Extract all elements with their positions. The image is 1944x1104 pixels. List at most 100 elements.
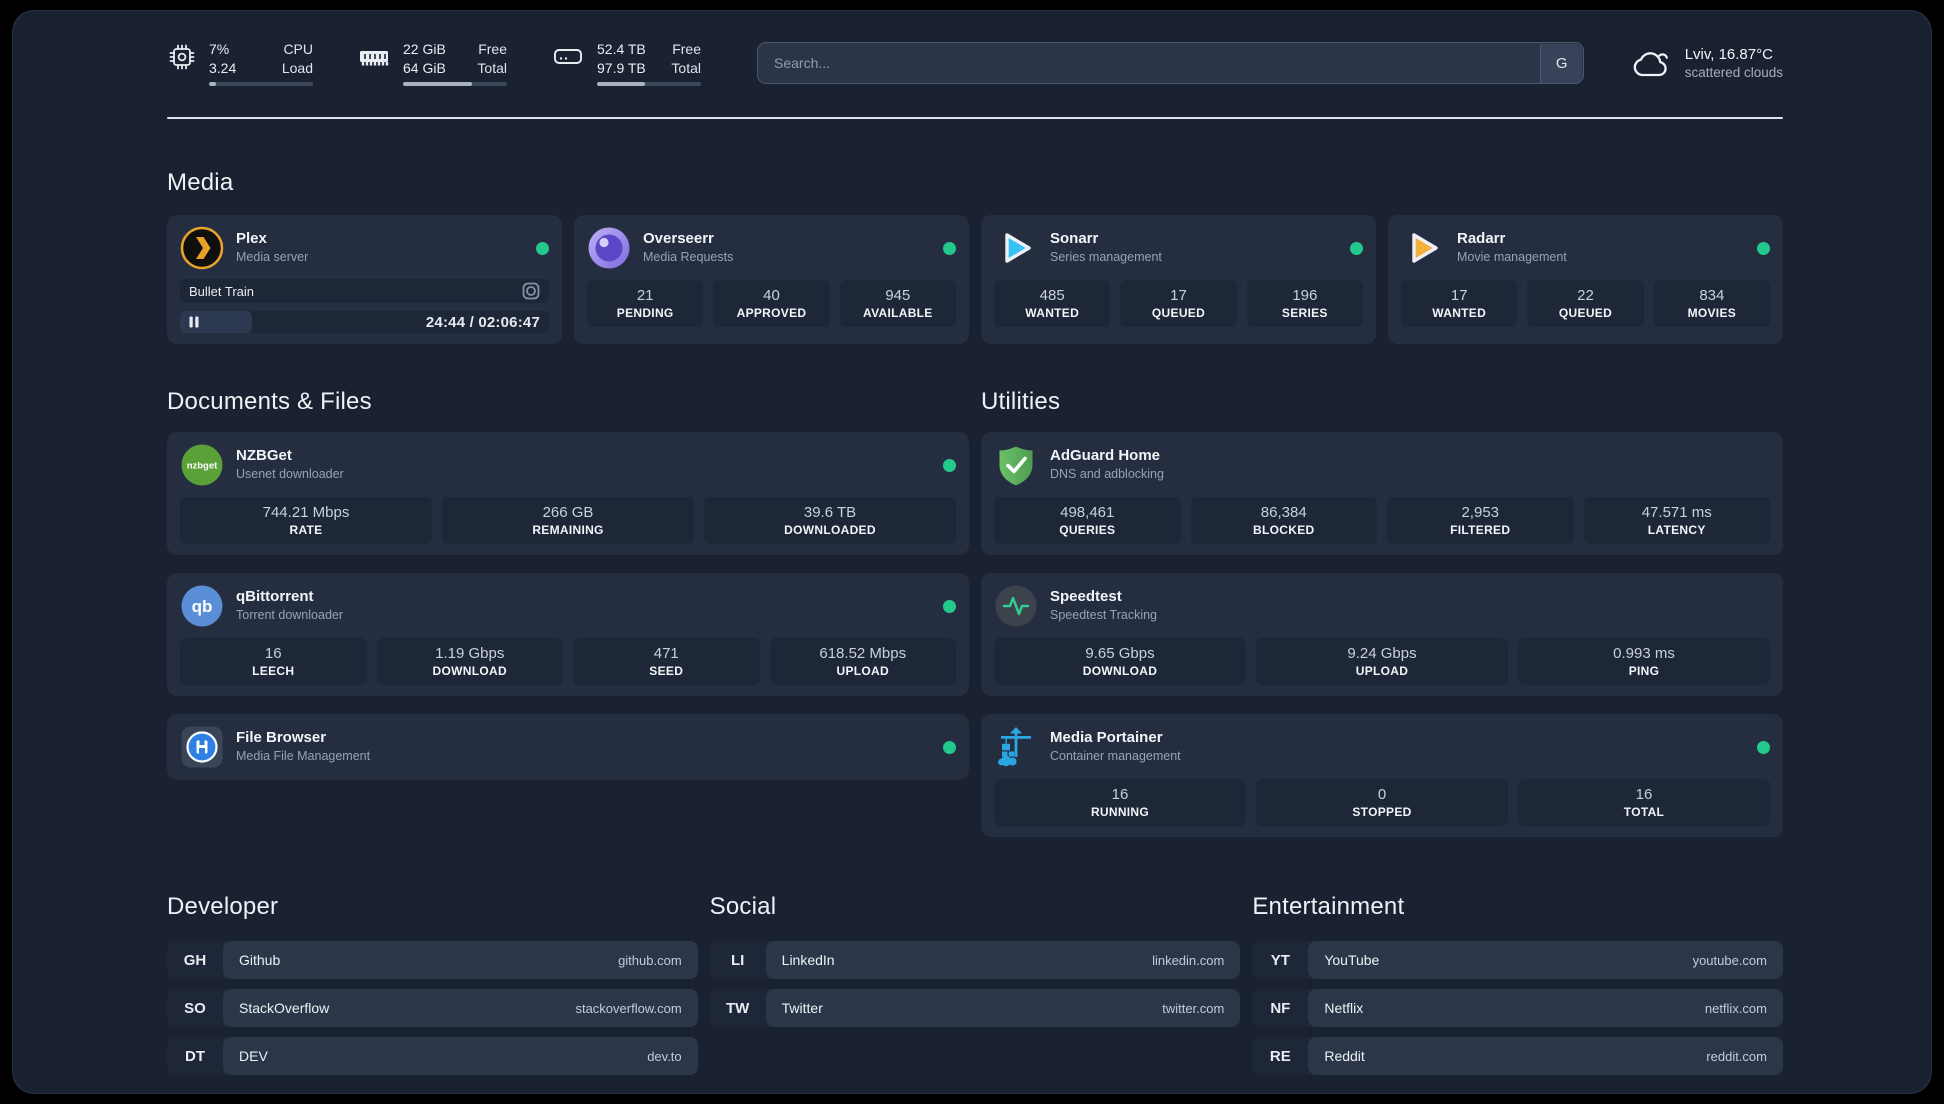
now-playing-bar: Bullet Train (180, 279, 549, 303)
stat-label: QUEUED (1558, 306, 1613, 320)
service-name: Media Portainer (1050, 729, 1163, 747)
stat-label: RUNNING (1090, 805, 1150, 819)
video-session-icon (522, 282, 540, 300)
plex-card[interactable]: Plex Media server Bullet Train 24:44 / 0… (167, 215, 562, 344)
stat-label: DOWNLOAD (1082, 664, 1158, 678)
status-dot (1350, 241, 1363, 255)
bookmark-abbr: NF (1270, 999, 1291, 1017)
service-subtitle: DNS and adblocking (1050, 467, 1164, 482)
stat-label: APPROVED (736, 306, 807, 320)
bookmark-linkedin[interactable]: LI LinkedIn linkedin.com (709, 941, 1241, 979)
stat-box: 0 STOPPED (1256, 779, 1508, 826)
disk-progress-fill (597, 81, 645, 86)
qbittorrent-card[interactable]: qb qBittorrent Torrent downloader 16 LEE… (167, 573, 969, 696)
stat-box: 21 PENDING (587, 280, 704, 327)
service-name: Radarr (1457, 230, 1506, 248)
overseerr-card[interactable]: Overseerr Media Requests 21 PENDING 40 A… (574, 215, 969, 344)
search-engine-button[interactable]: G (1540, 43, 1583, 83)
stat-value: 86,384 (1260, 504, 1307, 521)
stat-value: 47.571 ms (1641, 504, 1712, 521)
stat-label: PING (1628, 664, 1660, 678)
disk-icon (554, 49, 582, 65)
bookmark-name: DEV (239, 1048, 268, 1064)
status-dot (943, 599, 956, 613)
stat-box: 16 LEECH (180, 638, 367, 685)
bookmark-name: Reddit (1324, 1048, 1365, 1064)
bookmark-youtube[interactable]: YT YouTube youtube.com (1252, 941, 1783, 979)
stat-label: RATE (289, 523, 323, 537)
stat-label: LATENCY (1647, 523, 1706, 537)
sonarr-card[interactable]: Sonarr Series management 485 WANTED 17 Q… (981, 215, 1376, 344)
system-stats: 7% 3.24 CPU Load 22 GiB 64 GiB Free Tota… (167, 40, 701, 86)
stat-box: 39.6 TB DOWNLOADED (704, 497, 956, 544)
status-dot (943, 740, 956, 754)
bookmark-netflix[interactable]: NF Netflix netflix.com (1252, 989, 1783, 1027)
search-bar: G (757, 42, 1584, 84)
speedtest-card[interactable]: Speedtest Speedtest Tracking 9.65 Gbps D… (981, 573, 1783, 696)
filebrowser-card[interactable]: File Browser Media File Management (167, 714, 969, 780)
ram-progress-fill (403, 81, 472, 86)
section-title-documents: Documents & Files (167, 388, 372, 415)
adguard-card[interactable]: AdGuard Home DNS and adblocking 498,461 … (981, 432, 1783, 555)
stat-box: 16 RUNNING (994, 779, 1246, 826)
service-name: File Browser (236, 729, 327, 747)
service-name: Speedtest (1050, 588, 1122, 606)
portainer-card[interactable]: Media Portainer Container management 16 … (981, 714, 1783, 837)
radarr-card[interactable]: Radarr Movie management 17 WANTED 22 QUE… (1388, 215, 1783, 344)
stat-box: 9.24 Gbps UPLOAD (1256, 638, 1508, 685)
cpu-stat-widget: 7% 3.24 CPU Load (167, 40, 313, 86)
section-title-utilities: Utilities (981, 388, 1061, 415)
stat-label: SEED (649, 664, 684, 678)
bookmark-twitter[interactable]: TW Twitter twitter.com (709, 989, 1241, 1027)
section-title-social: Social (709, 893, 777, 920)
stat-label: UPLOAD (1355, 664, 1409, 678)
stat-box: 9.65 Gbps DOWNLOAD (994, 638, 1246, 685)
stat-label: STOPPED (1352, 805, 1412, 819)
nzbget-card[interactable]: nzbget NZBGet Usenet downloader 744.21 M… (167, 432, 969, 555)
search-input[interactable] (757, 42, 1584, 84)
stat-value: 21 (636, 287, 654, 304)
bookmark-reddit[interactable]: RE Reddit reddit.com (1252, 1037, 1783, 1075)
disk-free-label: Free (672, 41, 701, 58)
weather-widget: Lviv, 16.87°C scattered clouds (1630, 46, 1783, 80)
stat-box: 47.571 ms LATENCY (1583, 497, 1770, 544)
service-subtitle: Series management (1050, 250, 1162, 265)
stat-label: QUEUED (1151, 306, 1206, 320)
stat-box: 196 SERIES (1246, 280, 1363, 327)
filebrowser-icon (181, 726, 223, 768)
svg-text:qb: qb (192, 597, 213, 616)
status-dot (1757, 740, 1770, 754)
service-name: qBittorrent (236, 588, 314, 606)
cpu-load-label: Load (281, 59, 313, 76)
stat-box: 1.19 Gbps DOWNLOAD (376, 638, 563, 685)
stat-box: 471 SEED (573, 638, 760, 685)
section-title-entertainment: Entertainment (1252, 893, 1405, 920)
service-subtitle: Usenet downloader (236, 467, 344, 482)
nzbget-icon: nzbget (181, 444, 223, 486)
stat-value: 40 (763, 287, 780, 304)
bookmark-abbr: YT (1270, 951, 1290, 969)
stat-value: 16 (1635, 786, 1653, 803)
bookmark-abbr: SO (184, 999, 206, 1017)
bookmark-group-entertainment: Entertainment YT YouTube youtube.com NF … (1252, 893, 1783, 1075)
stat-label: DOWNLOAD (432, 664, 507, 678)
playback-time: 24:44 / 02:06:47 (425, 313, 540, 331)
bookmark-github[interactable]: GH Github github.com (167, 941, 698, 979)
pause-icon[interactable] (189, 316, 199, 328)
bookmark-stackoverflow[interactable]: SO StackOverflow stackoverflow.com (167, 989, 698, 1027)
overseerr-icon (588, 227, 630, 269)
stat-value: 498,461 (1060, 504, 1115, 521)
stat-label: TOTAL (1623, 805, 1665, 819)
stat-box: 2,953 FILTERED (1387, 497, 1574, 544)
topbar: 7% 3.24 CPU Load 22 GiB 64 GiB Free Tota… (167, 39, 1783, 87)
stat-value: 1.19 Gbps (435, 645, 505, 662)
stat-value: 16 (1111, 786, 1129, 803)
bookmark-dev[interactable]: DT DEV dev.to (167, 1037, 698, 1075)
stat-label: LEECH (252, 664, 295, 678)
stat-box: 266 GB REMAINING (442, 497, 694, 544)
sonarr-icon (1005, 233, 1031, 263)
service-subtitle: Media File Management (236, 749, 371, 764)
section-title-media: Media (167, 169, 234, 196)
header-divider (167, 117, 1783, 119)
stat-value: 16 (264, 645, 282, 662)
